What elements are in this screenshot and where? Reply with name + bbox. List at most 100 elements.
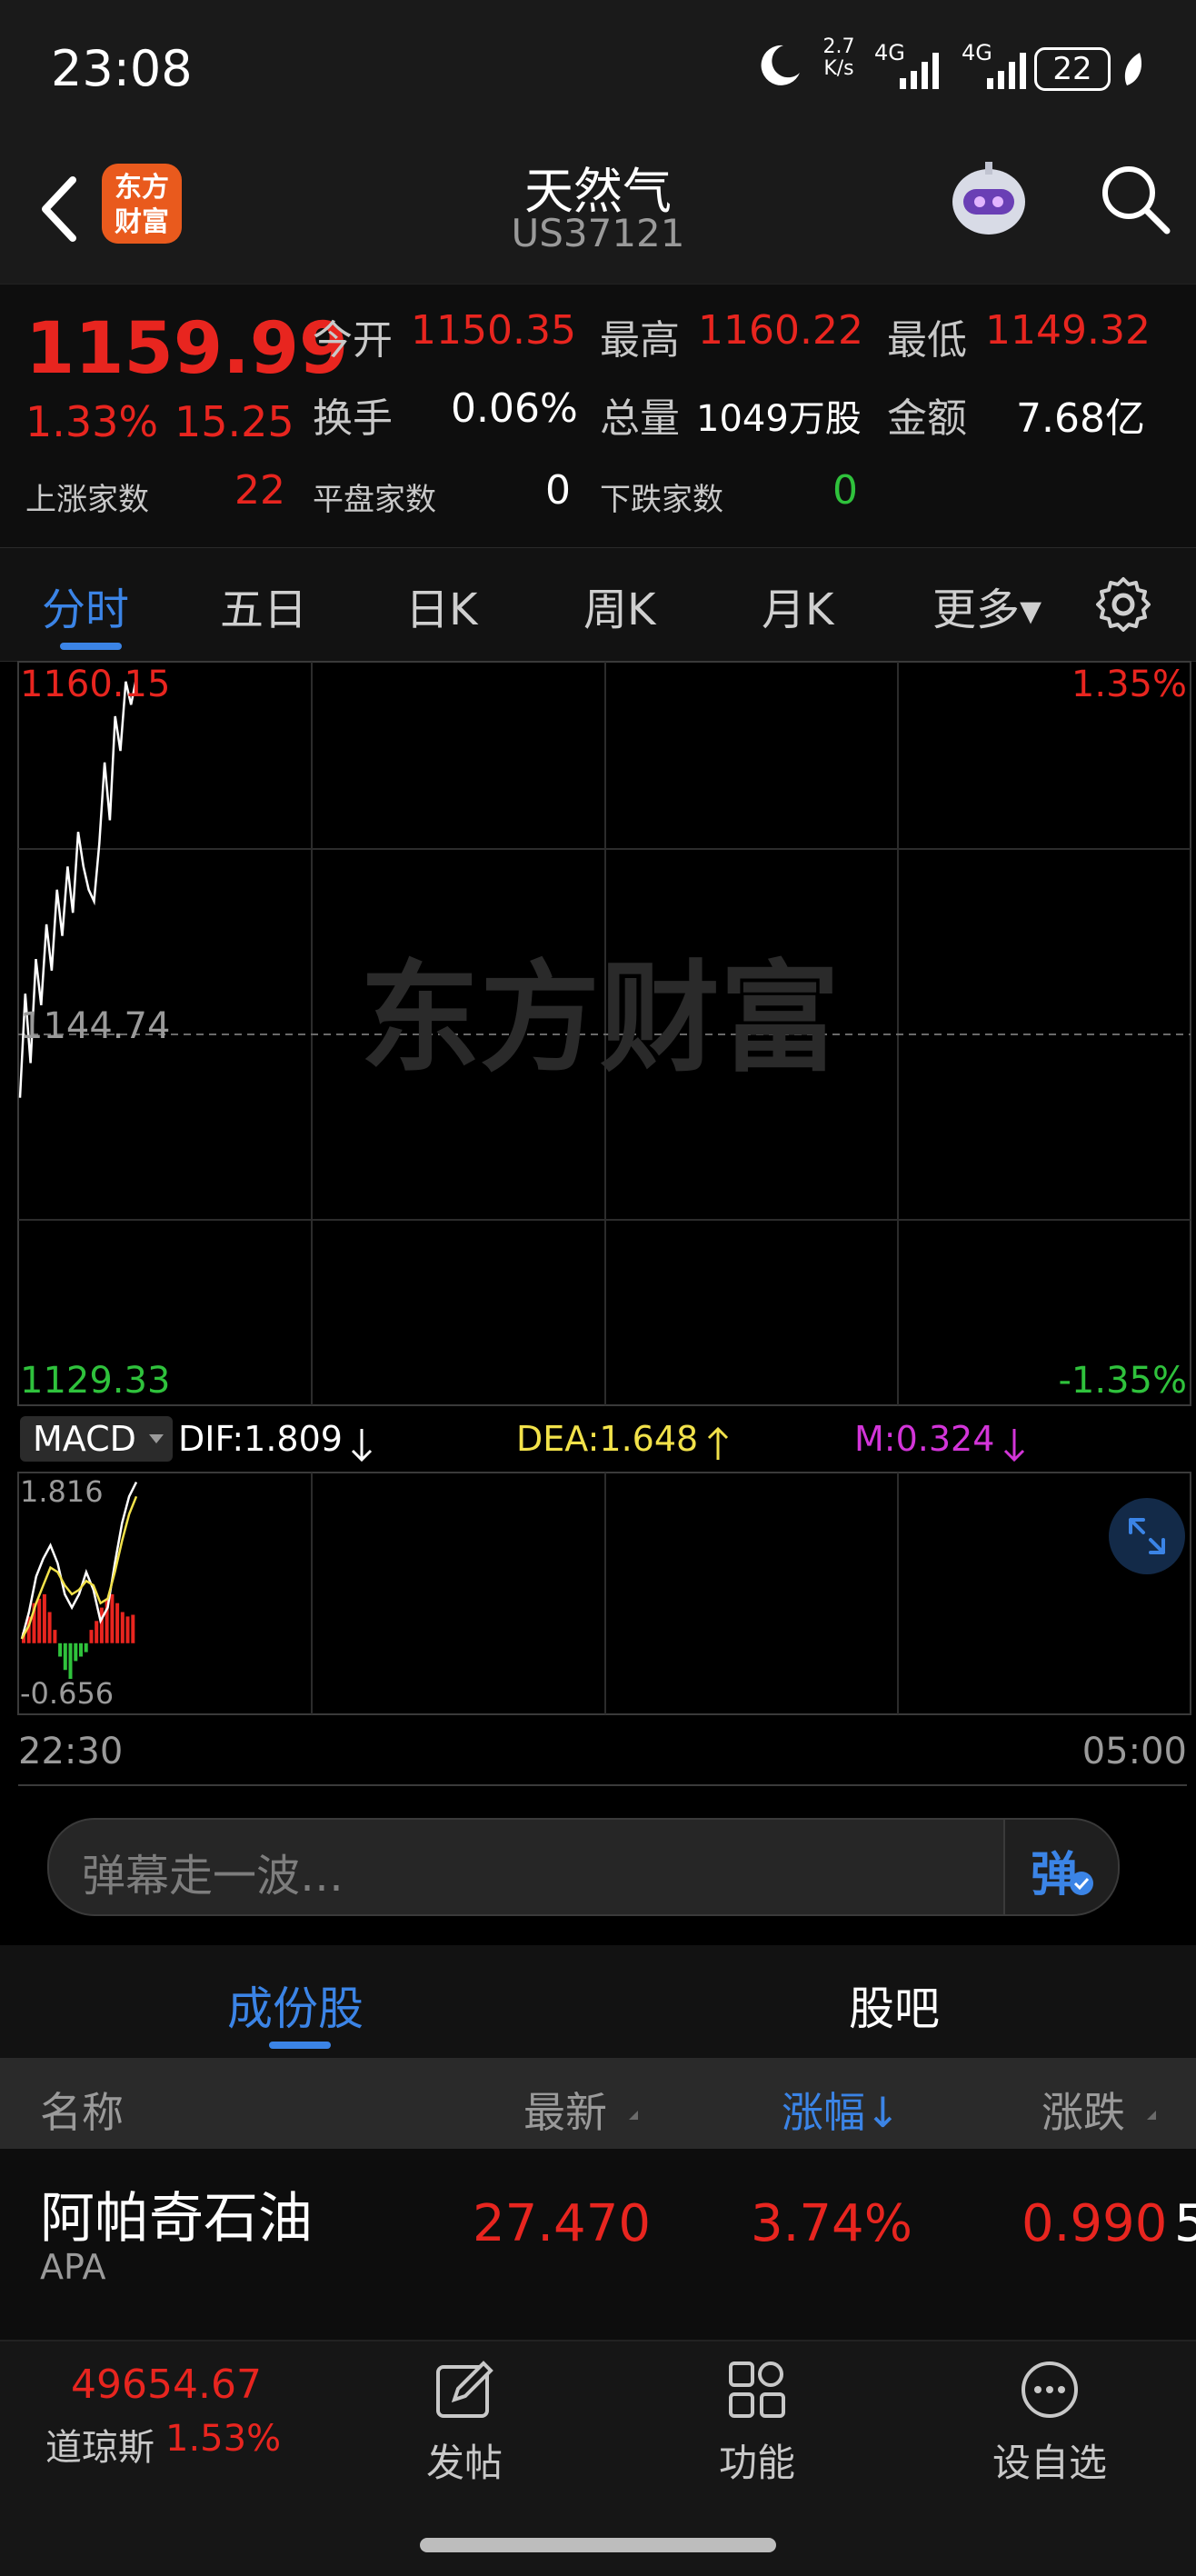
macd-bar [84,1642,88,1652]
leaf-icon [1124,53,1142,85]
sort-caret-icon [1147,2111,1156,2120]
search-icon[interactable] [1094,158,1176,240]
flat-count: 0 [545,467,571,514]
sort-caret-icon [629,2111,638,2120]
pct-axis-bottom-label: -1.35% [1058,1360,1187,1402]
flat-count-label: 平盘家数 [313,482,436,518]
intraday-chart[interactable]: 东方财富 1160.15 1144.74 1129.33 1.35% -1.35… [0,660,1196,1787]
high-value: 1160.22 [698,307,863,354]
dif-down-arrow-icon [351,1429,373,1463]
watermark: 东方财富 [360,949,840,1089]
macd-dif-label: DIF:1.809 [178,1419,343,1459]
macd-bar [42,1593,46,1643]
dea-up-arrow-icon [707,1426,729,1460]
tab-forum[interactable]: 股吧 [849,1972,940,2038]
stock-latest: 27.470 [473,2194,651,2253]
index-name[interactable]: 道琼斯 [45,2418,154,2471]
amount-label: 金额 [887,395,967,442]
constituent-tabs: 成份股 股吧 [0,1945,1196,2058]
macd-bar [120,1612,125,1643]
expand-chart-button[interactable] [1109,1498,1185,1574]
macd-bar [125,1616,130,1643]
macd-bar [115,1603,120,1643]
low-value: 1149.32 [985,307,1151,354]
macd-bar [131,1614,135,1643]
table-header: 名称 最新 涨幅↓ 涨跌 [0,2058,1196,2149]
y-axis-top-label: 1160.15 [20,664,170,705]
tab-daily-k[interactable]: 日K [405,574,477,637]
net-speed: 2.7 K/s [822,35,855,80]
tab-intraday[interactable]: 分时 [42,574,129,637]
tab-monthly-k[interactable]: 月K [762,574,833,637]
y-axis-bottom-label: 1129.33 [20,1360,170,1402]
y-axis-mid-label: 1144.74 [20,1005,170,1047]
macd-bar [63,1642,67,1671]
battery-icon: 22 [1034,47,1111,91]
macd-bottom-label: -0.656 [20,1676,114,1711]
active-tab-indicator [60,643,122,650]
column-change[interactable]: 涨跌 [1042,2080,1125,2140]
volume-value: 1049万股 [696,398,862,440]
tab-five-day[interactable]: 五日 [220,574,307,637]
open-label: 今开 [313,317,393,364]
tab-constituents[interactable]: 成份股 [227,1972,364,2038]
signal-icon-1 [900,53,939,89]
nav-add-watchlist-label[interactable]: 设自选 [959,2432,1141,2488]
macd-bar [89,1630,94,1643]
index-value[interactable]: 49654.67 [71,2361,262,2408]
macd-histogram [22,1593,135,1679]
danmu-input[interactable]: 弹幕走一波… [82,1840,344,1903]
pct-axis-top-label: 1.35% [1071,664,1187,705]
macd-top-label: 1.816 [20,1474,104,1509]
stock-change-pct: 3.74% [751,2194,912,2253]
macd-bar [37,1598,42,1643]
macd-bar [110,1593,115,1643]
stock-change: 0.990 [1022,2194,1168,2253]
chart-period-tabs: 分时 五日 日K 周K 月K 更多▾ [0,547,1196,662]
x-axis-start-label: 22:30 [18,1731,123,1772]
amount-value: 7.68亿 [1016,395,1145,442]
macd-bar [99,1607,104,1643]
up-count: 22 [234,467,285,514]
tab-weekly-k[interactable]: 周K [583,574,655,637]
macd-bar [68,1642,73,1679]
status-bar: 23:08 2.7 K/s 4G 4G 22 [0,0,1196,136]
turnover-value: 0.06% [451,385,578,432]
high-label: 最高 [600,317,680,364]
change-amount: 15.25 [174,397,294,446]
macd-m-label: M:0.324 [854,1419,994,1459]
nav-post-label[interactable]: 发帖 [374,2432,555,2488]
danmu-button[interactable]: 弹 [1003,1820,1118,1914]
m-down-arrow-icon [1003,1429,1025,1463]
column-change-pct[interactable]: 涨幅↓ [782,2080,901,2140]
signal-icon-2 [987,53,1026,89]
column-name[interactable]: 名称 [40,2080,124,2140]
status-time: 23:08 [51,40,193,97]
functions-grid-icon[interactable] [727,2360,787,2420]
robot-assistant-icon[interactable] [945,156,1032,244]
danmu-bar: 弹幕走一波… 弹 [47,1818,1120,1916]
more-options-icon[interactable] [1020,2360,1080,2420]
compose-post-icon[interactable] [434,2360,494,2420]
active-subtab-indicator [269,2042,331,2049]
macd-bar [95,1621,99,1643]
down-count-label: 下跌家数 [600,482,723,518]
macd-bar [47,1612,52,1643]
settings-gear-icon[interactable] [1094,575,1152,634]
turnover-label: 换手 [313,395,393,442]
macd-bar [58,1642,63,1657]
open-value: 1150.35 [411,307,576,354]
moon-icon [761,45,800,85]
tab-more[interactable]: 更多▾ [932,574,1042,637]
macd-dea-label: DEA:1.648 [516,1419,698,1459]
home-indicator [420,2538,776,2552]
macd-bar [53,1630,57,1643]
check-badge-icon [1070,1872,1093,1895]
down-count: 0 [832,467,858,514]
macd-selector-label: MACD [33,1419,136,1459]
column-latest[interactable]: 最新 [523,2080,607,2140]
table-row[interactable]: 阿帕奇石油 APA 27.470 3.74% 0.990 5 [0,2149,1196,2340]
change-percent: 1.33% [25,397,159,446]
nav-functions-label[interactable]: 功能 [666,2432,848,2488]
x-axis-end-label: 05:00 [1082,1731,1187,1772]
